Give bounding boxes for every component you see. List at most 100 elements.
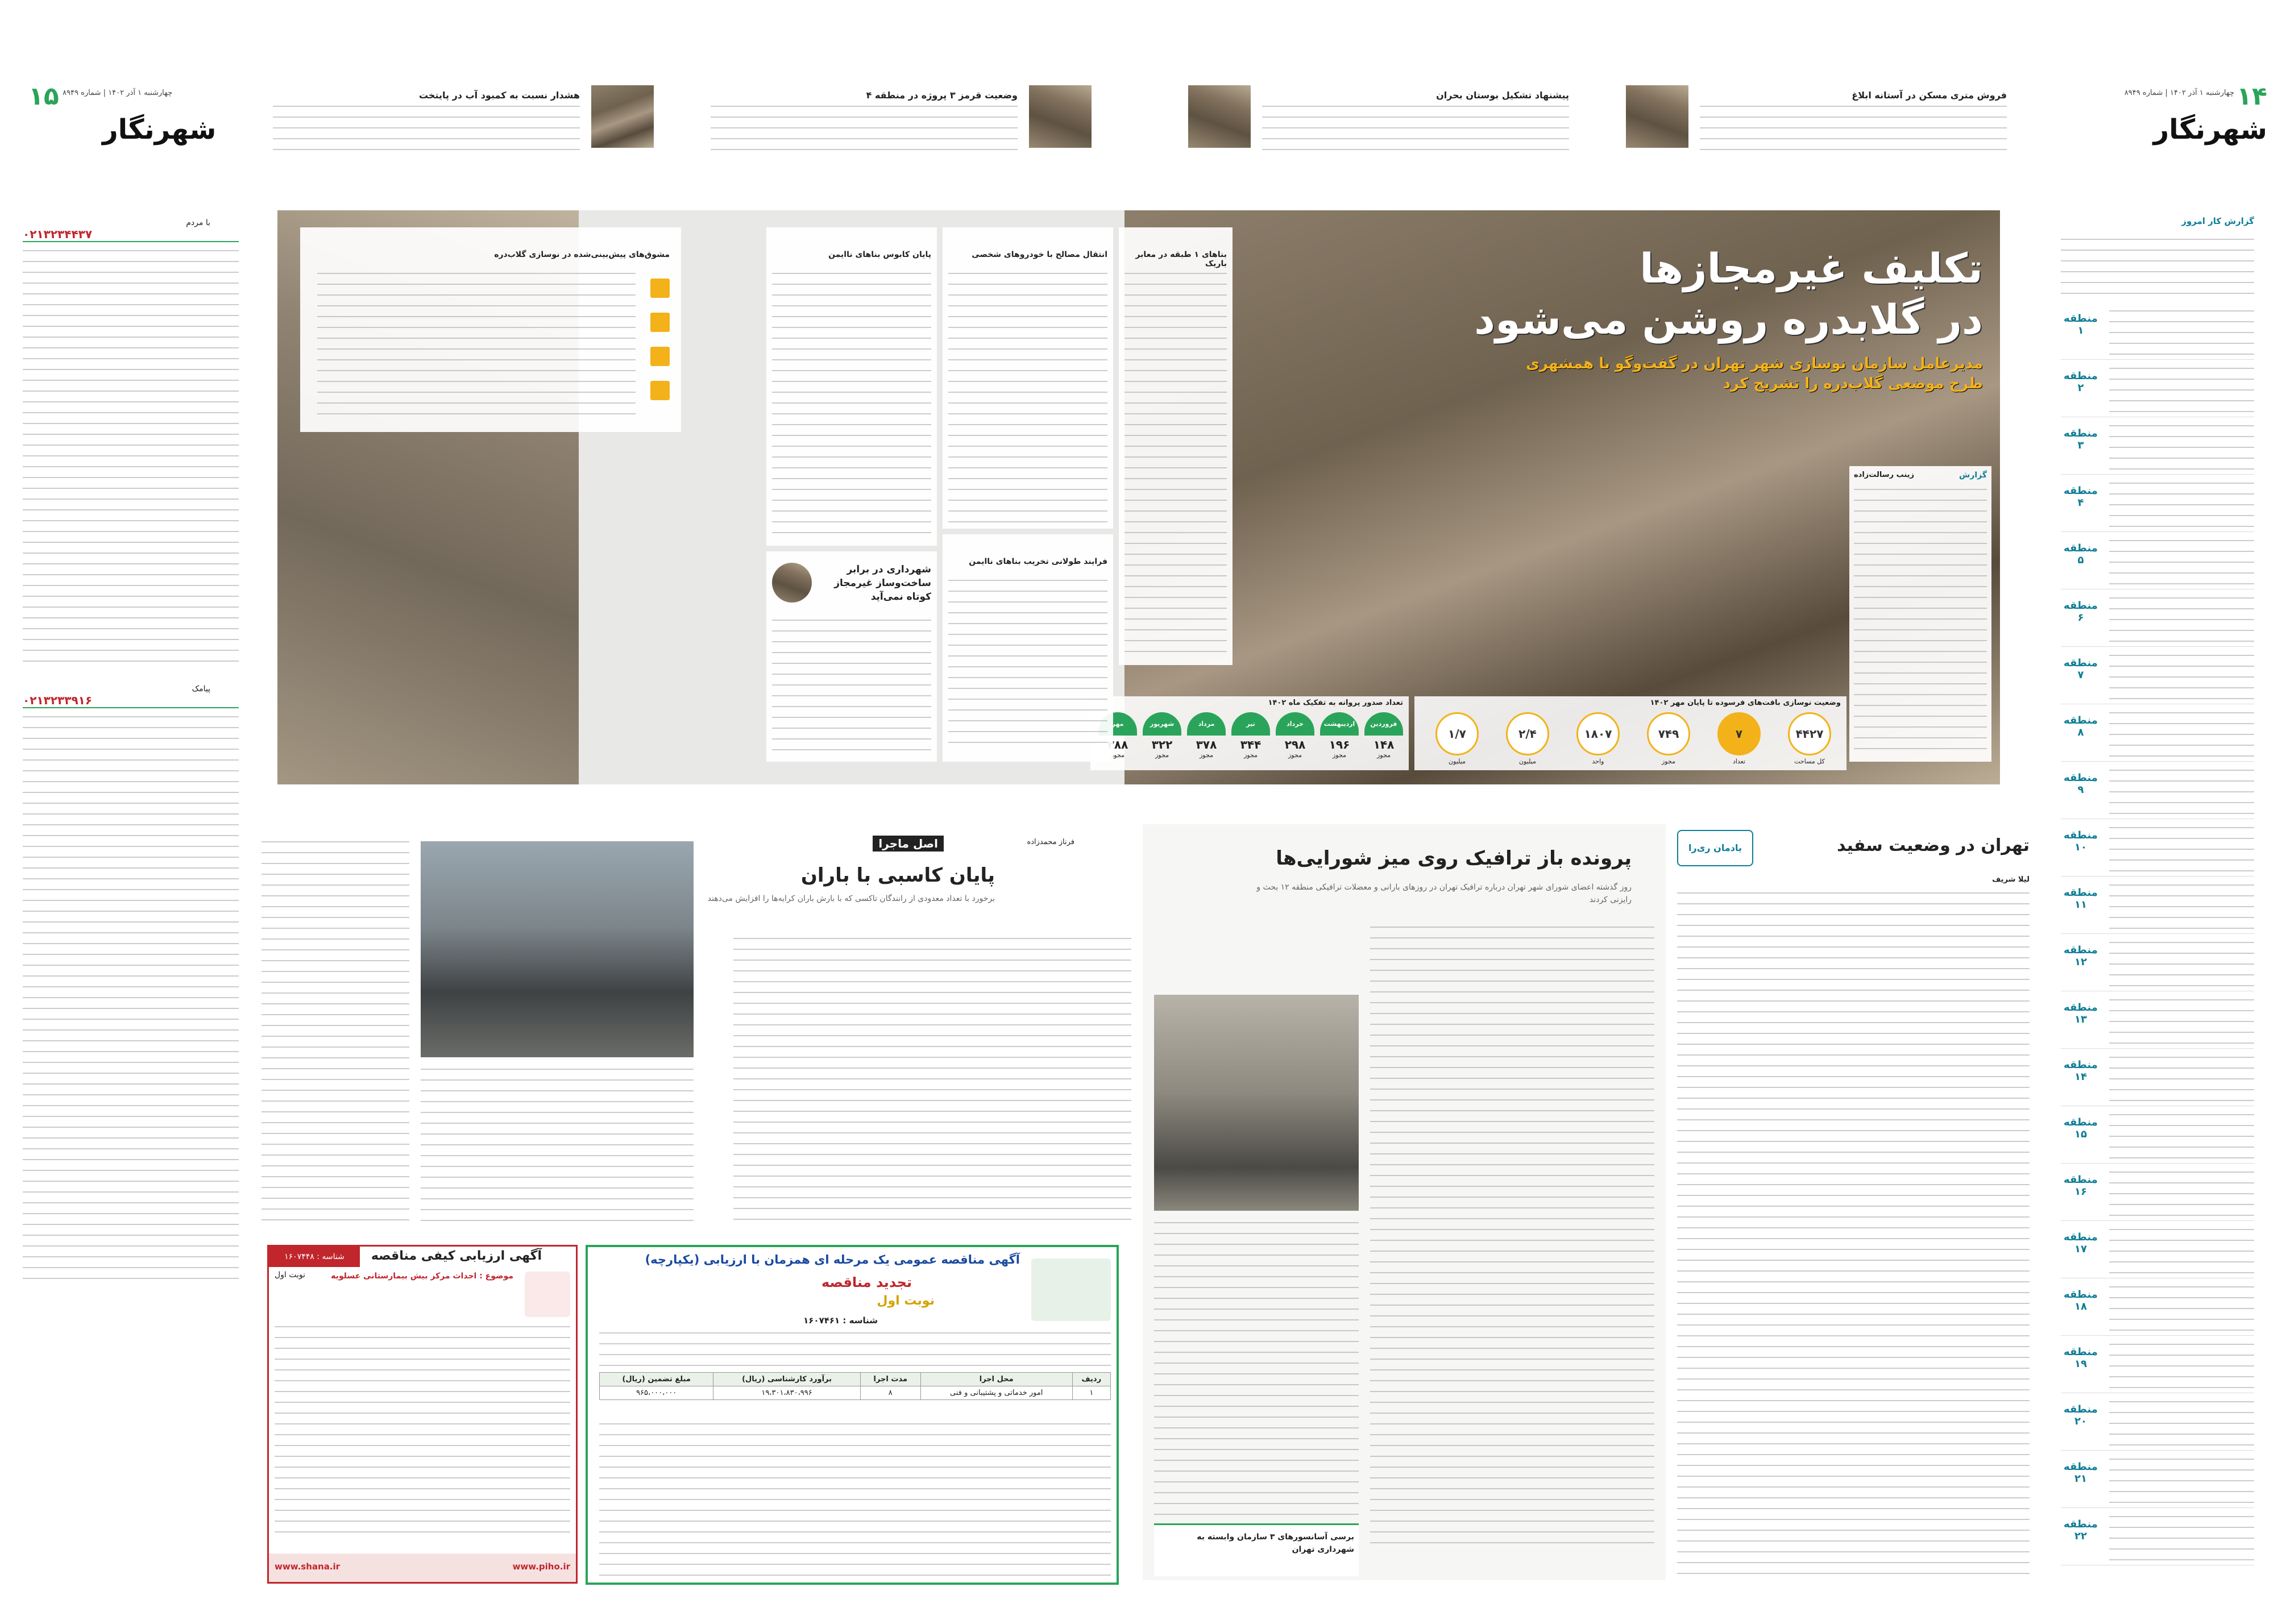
region-item: منطقه ۶	[2061, 594, 2254, 647]
region-label: منطقه ۱۱	[2064, 887, 2098, 911]
stat-item: ۷ تعداد	[1708, 712, 1770, 767]
ad-table: ردیف محل اجرا مدت اجرا برآورد کارشناسی (ریا…	[599, 1372, 1111, 1400]
stat-value: ۲/۴	[1506, 712, 1549, 755]
table-cell: ۹۶۵،۰۰۰،۰۰۰	[599, 1386, 714, 1400]
traffic-photo	[1154, 995, 1359, 1211]
ad-id: شناسه : ۱۶۰۷۴۶۱	[803, 1315, 878, 1326]
region-label: منطقه ۱۹	[2064, 1346, 2098, 1370]
stat-item: ۲/۴ میلیون	[1496, 712, 1559, 767]
month-item: تیر ۳۴۴ مجوز	[1231, 712, 1270, 767]
month-item: اردیبهشت ۱۹۶ مجوز	[1320, 712, 1359, 767]
table-cell: امور خدماتی و پشتیبانی و فنی	[920, 1386, 1073, 1400]
feature-title-1: تکلیف غیرمجازها	[1640, 244, 1983, 292]
ad-title: آگهی ارزیابی کیفی مناقصه	[371, 1249, 542, 1263]
region-item: منطقه ۴	[2061, 479, 2254, 532]
region-text-lines	[2109, 1459, 2254, 1503]
region-label: منطقه ۱	[2064, 313, 2098, 337]
stat-value: ۱۸۰۷	[1576, 712, 1620, 755]
newspaper-logo: شهرنگار	[2153, 114, 2267, 146]
month-item: خرداد ۲۹۸ مجوز	[1276, 712, 1314, 767]
region-item: منطقه ۷	[2061, 651, 2254, 704]
ad-sub1: تجدید مناقصه	[821, 1274, 912, 1290]
stats-title: وضعیت نوسازی بافت‌های فرسوده تا پایان مه…	[1650, 699, 1841, 707]
region-text-lines	[2109, 310, 2254, 355]
quote-title: شهرداری در برابر ساخت‌وساز غیرمجاز کوتاه…	[834, 564, 931, 603]
region-text-lines	[2109, 999, 2254, 1044]
month-unit: مجوز	[1333, 751, 1346, 759]
region-label: منطقه ۹	[2064, 772, 2098, 796]
report-block: گزارش زینب رسالت‌زاده	[1849, 466, 1991, 762]
region-text-lines	[2109, 368, 2254, 412]
ad-title: آگهی مناقصه عمومی یک مرحله ای همزمان با …	[645, 1253, 1020, 1266]
region-text-lines	[2109, 827, 2254, 871]
interviewee-photo	[772, 563, 812, 603]
region-label: منطقه ۲۲	[2064, 1518, 2098, 1542]
table-cell: ۸	[860, 1386, 921, 1400]
contact-strip-2: پیامک ۰۲۱۳۲۳۳۹۱۶	[23, 682, 239, 708]
month-name: مرداد	[1187, 712, 1226, 736]
region-label: منطقه ۱۷	[2064, 1231, 2098, 1255]
contact-strip-1: با مردم ۰۲۱۳۲۳۴۴۳۷	[23, 216, 239, 242]
page-number: ۱۵	[28, 82, 59, 111]
headline: هشدار نسبت به کمبود آب در پایتخت	[418, 90, 580, 101]
newspaper-logo: شهرنگار	[102, 114, 217, 146]
region-item: منطقه ۱۴	[2061, 1053, 2254, 1106]
month-count: ۱۴۸	[1373, 738, 1395, 751]
header-news-2: پیشنهاد تشکیل بوستان بحران	[1177, 74, 1575, 159]
side-box-title: برسی آسانسورهای ۳ سازمان وابسته به شهردا…	[1197, 1532, 1354, 1554]
text-lines	[273, 106, 580, 150]
month-item: مرداد ۳۷۸ مجوز	[1187, 712, 1226, 767]
ad-lines	[599, 1332, 1111, 1367]
table-cell: ۱	[1072, 1386, 1111, 1400]
region-item: منطقه ۲۲	[2061, 1513, 2254, 1565]
box-lines	[948, 273, 1107, 523]
contact-phone: ۰۲۱۳۲۳۴۴۳۷	[23, 227, 93, 241]
region-text-lines	[2109, 1344, 2254, 1388]
article-traffic: پرونده باز ترافیک روی میز شورایی‌ها روز …	[1143, 824, 1666, 1580]
month-count: ۲۹۸	[1284, 738, 1306, 751]
region-label: منطقه ۵	[2064, 542, 2098, 566]
box-lines	[948, 580, 1107, 750]
crane-icon	[650, 313, 670, 332]
box-lines	[317, 273, 636, 421]
region-label: منطقه ۱۵	[2064, 1116, 2098, 1140]
region-text-lines	[2109, 712, 2254, 757]
region-item: منطقه ۱۳	[2061, 996, 2254, 1049]
stat-item: ۱/۷ میلیون	[1426, 712, 1488, 767]
headline: وضعیت قرمز ۳ پروژه در منطقه ۴	[866, 90, 1018, 101]
month-count: ۳۴۴	[1240, 738, 1262, 751]
region-text-lines	[2109, 1057, 2254, 1101]
stat-value: ۴۴۲۷	[1788, 712, 1831, 755]
ad-footer: www.piho.ir www.shana.ir	[269, 1554, 576, 1582]
box-title: فرایند طولانی تخریب بناهای ناایمن	[969, 557, 1107, 566]
header-news-3: وضعیت قرمز ۳ پروژه در منطقه ۴	[699, 74, 1097, 159]
region-text-lines	[2109, 884, 2254, 929]
region-list: منطقه ۱ منطقه ۲ منطقه ۳ منطقه ۴ منطقه ۵ منطقه…	[2061, 307, 2254, 1580]
contact-phone: ۰۲۱۳۲۳۳۹۱۶	[23, 693, 93, 707]
region-label: منطقه ۶	[2064, 600, 2098, 624]
region-label: منطقه ۸	[2064, 715, 2098, 738]
region-text-lines	[2109, 1229, 2254, 1273]
box-title: پایان کابوس بناهای ناایمن	[828, 250, 931, 259]
month-unit: مجوز	[1288, 751, 1302, 759]
region-item: منطقه ۱۱	[2061, 881, 2254, 934]
month-count: ۳۲۲	[1151, 738, 1173, 751]
page-14-header: ۱۴ چهارشنبه ۱ آذر ۱۴۰۲ | شماره ۸۹۴۹ شهرن…	[2058, 74, 2274, 148]
month-unit: مجوز	[1200, 751, 1213, 759]
region-item: منطقه ۱	[2061, 307, 2254, 360]
table-header-cell: مبلغ تضمین (ریال)	[599, 1372, 714, 1386]
month-unit: مجوز	[1155, 751, 1169, 759]
permits-panel: تعداد صدور پروانه به تفکیک ماه ۱۴۰۲ فرور…	[1090, 696, 1409, 770]
ad-lines-2	[599, 1423, 1111, 1577]
page-15-header: ۱۵ چهارشنبه ۱ آذر ۱۴۰۲ | شماره ۸۹۴۹ شهرن…	[23, 74, 250, 148]
kicker: اصل ماجرا	[873, 836, 944, 852]
region-item: منطقه ۱۲	[2061, 938, 2254, 991]
region-text-lines	[2109, 942, 2254, 986]
region-text-lines	[2109, 1516, 2254, 1560]
quote-box: شهرداری در برابر ساخت‌وساز غیرمجاز کوتاه…	[766, 551, 937, 762]
info-box-4: مشوق‌های پیش‌بینی‌شده در نوسازی گلاب‌دره	[300, 227, 681, 432]
box-title: مشوق‌های پیش‌بینی‌شده در نوسازی گلاب‌دره	[494, 250, 670, 259]
ad-subject: موضوع : احداث مرکز بیش بیمارستانی عسلویه	[331, 1272, 513, 1281]
region-item: منطقه ۲	[2061, 364, 2254, 417]
stat-value: ۷	[1717, 712, 1761, 755]
